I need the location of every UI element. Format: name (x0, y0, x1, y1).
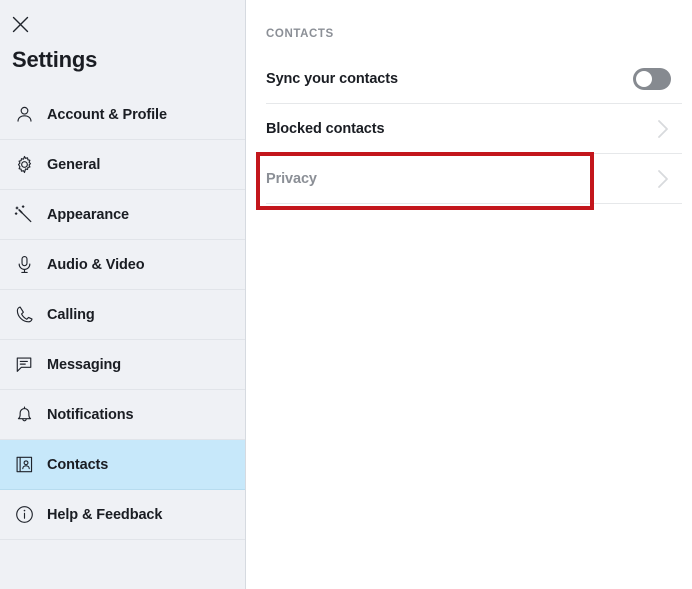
microphone-icon (11, 252, 37, 278)
setting-row-privacy[interactable]: Privacy (266, 154, 682, 204)
sidebar-item-general[interactable]: General (0, 140, 245, 190)
sidebar-item-label: Help & Feedback (47, 506, 163, 523)
setting-row-sync-your-contacts[interactable]: Sync your contacts (266, 54, 682, 104)
sidebar-nav: Account & Profile General Appearance Aud… (0, 90, 245, 540)
magic-wand-icon (11, 202, 37, 228)
sidebar-item-label: General (47, 156, 101, 173)
sidebar-item-label: Appearance (47, 206, 130, 223)
setting-row-control (633, 67, 682, 90)
sidebar-item-calling[interactable]: Calling (0, 290, 245, 340)
sidebar-item-messaging[interactable]: Messaging (0, 340, 245, 390)
phone-icon (11, 302, 37, 328)
sidebar-item-audio-video[interactable]: Audio & Video (0, 240, 245, 290)
settings-sidebar: Settings Account & Profile General Appea… (0, 0, 246, 589)
sidebar-item-label: Notifications (47, 406, 134, 423)
gear-icon (11, 152, 37, 178)
setting-row-blocked-contacts[interactable]: Blocked contacts (266, 104, 682, 154)
sidebar-item-label: Calling (47, 306, 95, 323)
chevron-right-icon[interactable] (656, 167, 671, 191)
contact-book-icon (11, 452, 37, 478)
sidebar-item-notifications[interactable]: Notifications (0, 390, 245, 440)
sidebar-item-appearance[interactable]: Appearance (0, 190, 245, 240)
setting-row-label: Blocked contacts (266, 120, 385, 137)
bell-icon (11, 402, 37, 428)
settings-content-panel: CONTACTS Sync your contacts Blocked cont… (246, 0, 692, 589)
sidebar-item-account-profile[interactable]: Account & Profile (0, 90, 245, 140)
settings-window: Settings Account & Profile General Appea… (0, 0, 692, 589)
sidebar-item-label: Messaging (47, 356, 122, 373)
setting-row-control (656, 167, 682, 191)
setting-row-label: Sync your contacts (266, 70, 398, 87)
info-circle-icon (11, 502, 37, 528)
sidebar-item-label: Contacts (47, 456, 109, 473)
person-icon (11, 102, 37, 128)
sidebar-item-contacts[interactable]: Contacts (0, 440, 245, 490)
sidebar-item-help-feedback[interactable]: Help & Feedback (0, 490, 245, 540)
settings-rows: Sync your contacts Blocked contacts Priv… (266, 54, 682, 204)
section-header: CONTACTS (266, 28, 334, 40)
message-bubble-icon (11, 352, 37, 378)
sidebar-item-label: Account & Profile (47, 106, 167, 123)
sidebar-item-label: Audio & Video (47, 256, 145, 273)
setting-row-label: Privacy (266, 170, 317, 187)
close-icon[interactable] (9, 13, 31, 35)
chevron-right-icon[interactable] (656, 117, 671, 141)
toggle-knob (636, 70, 652, 87)
setting-row-control (656, 117, 682, 141)
page-title: Settings (12, 47, 98, 72)
sync-contacts-toggle[interactable] (633, 67, 671, 90)
